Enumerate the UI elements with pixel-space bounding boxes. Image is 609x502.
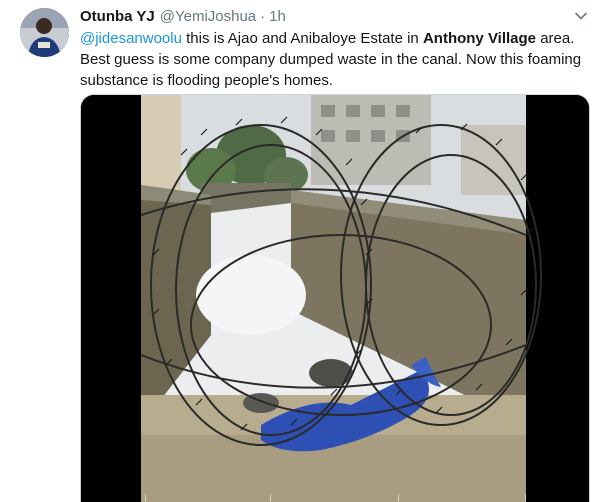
mention-link[interactable]: @jidesanwoolu	[80, 30, 182, 47]
like-button[interactable]	[398, 494, 399, 501]
video-media[interactable]	[80, 94, 590, 502]
avatar[interactable]	[20, 8, 69, 57]
share-button[interactable]	[525, 494, 526, 501]
tweet-text-part1: this is Ajao and Anibaloye Estate in	[181, 30, 423, 47]
reply-button[interactable]	[145, 494, 146, 501]
author-name[interactable]: Otunba YJ	[80, 8, 155, 25]
tweet[interactable]: Otunba YJ @YemiJoshua · 1h @jidesanwoolu…	[0, 0, 609, 502]
separator: ·	[260, 7, 266, 25]
author-handle[interactable]: @YemiJoshua	[160, 8, 256, 25]
chevron-down-icon[interactable]	[572, 7, 590, 25]
timestamp[interactable]: 1h	[269, 8, 286, 25]
tweet-text-bold: Anthony Village	[422, 30, 537, 47]
tweet-text: @jidesanwoolu this is Ajao and Anibaloye…	[80, 28, 595, 91]
action-bar	[80, 494, 595, 501]
retweet-button[interactable]	[270, 494, 271, 501]
tweet-header: Otunba YJ @YemiJoshua · 1h	[80, 6, 286, 26]
